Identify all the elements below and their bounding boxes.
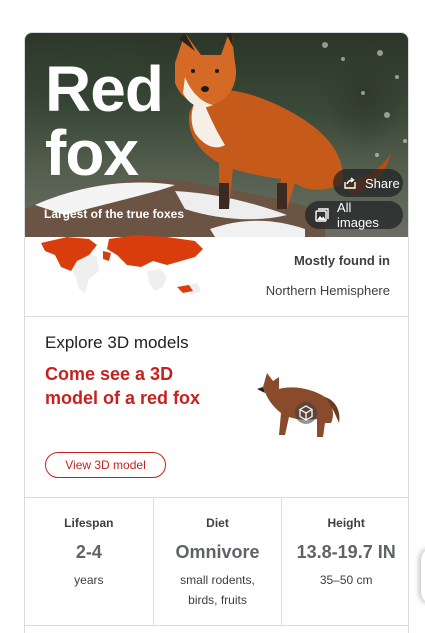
- stat-label: Lifespan: [64, 516, 114, 530]
- stat-sub: years: [74, 573, 104, 587]
- view-3d-model-button[interactable]: View 3D model: [45, 452, 166, 478]
- images-icon: [315, 208, 329, 222]
- stat-label: Height: [327, 516, 365, 530]
- stat-sub: 35–50 cm: [319, 573, 373, 587]
- stat-value: 13.8-19.7 IN: [296, 542, 396, 562]
- floating-panel-edge[interactable]: [421, 548, 425, 604]
- range-value: Northern Hemisphere: [265, 283, 390, 298]
- stat-height: Height 13.8-19.7 IN 35–50 cm: [282, 498, 408, 625]
- share-icon: [344, 177, 356, 189]
- explore-heading: Explore 3D models: [45, 333, 189, 352]
- page-title: Red fox: [45, 57, 205, 185]
- knowledge-panel-card: Red fox Largest of the true foxes Share …: [24, 32, 409, 633]
- stat-label: Diet: [206, 516, 229, 530]
- stats-row: Lifespan 2-4 years Diet Omnivore small r…: [25, 498, 408, 626]
- stat-lifespan: Lifespan 2-4 years: [25, 498, 154, 625]
- hero-image[interactable]: Red fox Largest of the true foxes Share …: [25, 33, 408, 237]
- 3d-cube-icon: [295, 402, 317, 424]
- all-images-label: All images: [337, 200, 379, 230]
- share-label: Share: [365, 175, 400, 191]
- range-map: [41, 235, 203, 295]
- stat-sub: small rodents, birds, fruits: [180, 573, 255, 607]
- stat-value: 2-4: [75, 542, 102, 562]
- explore-promo-text[interactable]: Come see a 3D model of a red fox: [45, 362, 225, 410]
- hero-subtitle: Largest of the true foxes: [44, 207, 185, 221]
- range-section[interactable]: Mostly found in Northern Hemisphere: [25, 235, 408, 317]
- explore-3d-section: Explore 3D models Come see a 3D model of…: [25, 317, 408, 498]
- stat-diet: Diet Omnivore small rodents, birds, frui…: [154, 498, 283, 625]
- title-line-2: fox: [45, 117, 139, 189]
- stat-value: Omnivore: [175, 542, 260, 562]
- range-label: Mostly found in: [293, 253, 390, 268]
- all-images-button[interactable]: All images: [305, 200, 403, 230]
- title-line-1: Red: [45, 53, 164, 125]
- share-button[interactable]: Share: [333, 169, 403, 197]
